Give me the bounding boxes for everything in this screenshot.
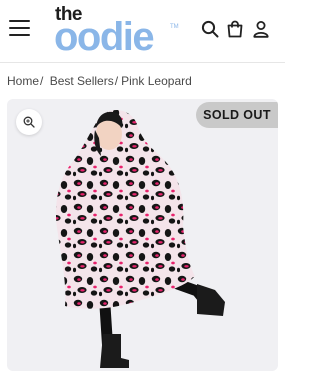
product-image <box>55 110 225 368</box>
menu-icon[interactable] <box>9 18 31 38</box>
logo[interactable]: the oodie TM <box>54 5 179 59</box>
product-image-gallery: SOLD OUT <box>7 99 278 371</box>
user-icon[interactable] <box>252 20 270 38</box>
breadcrumb-best-sellers[interactable]: Best Sellers <box>50 74 114 88</box>
breadcrumb-separator: / <box>40 74 44 88</box>
sold-out-badge: SOLD OUT <box>196 102 278 128</box>
zoom-in-icon[interactable] <box>16 109 42 135</box>
logo-trademark: TM <box>170 24 179 30</box>
search-icon[interactable] <box>201 20 219 38</box>
breadcrumb-home[interactable]: Home <box>7 74 39 88</box>
logo-line-2: oodie <box>54 15 155 59</box>
site-header: the oodie TM <box>0 0 285 63</box>
breadcrumb-current: Pink Leopard <box>121 74 192 88</box>
breadcrumb: Home/ Best Sellers/Pink Leopard <box>7 74 192 88</box>
shopping-bag-icon[interactable] <box>226 20 244 38</box>
breadcrumb-separator: / <box>114 74 119 88</box>
